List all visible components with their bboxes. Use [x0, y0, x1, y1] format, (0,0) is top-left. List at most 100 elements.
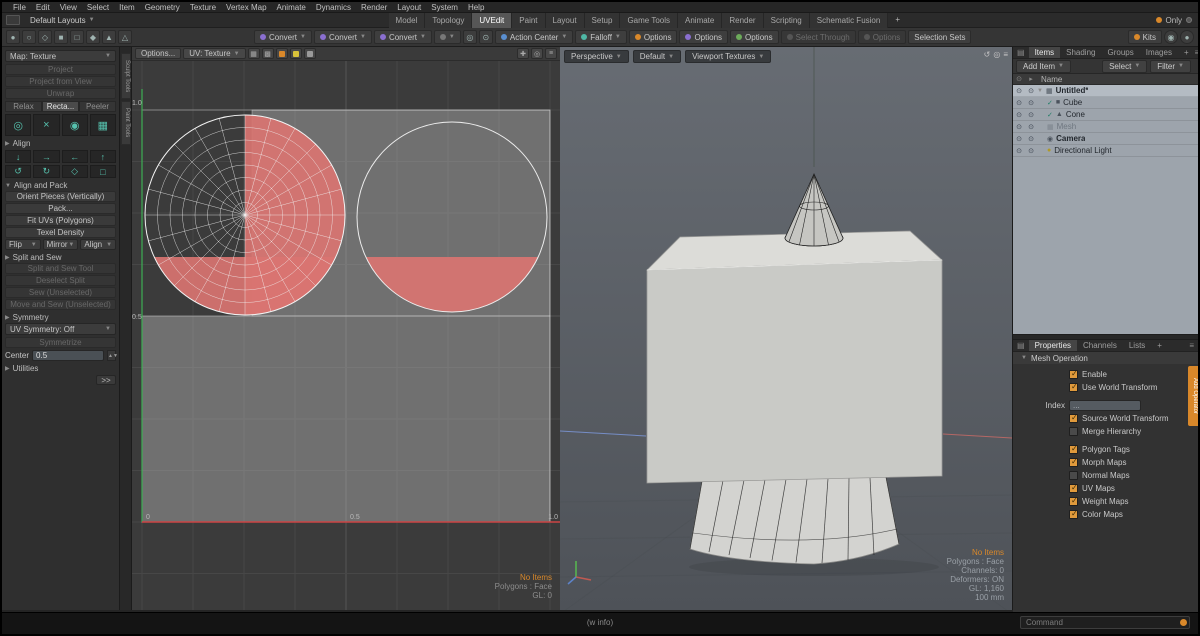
- project-from-view-button[interactable]: Project from View: [5, 76, 116, 87]
- item-row-cube[interactable]: ⊙⊙ ✓■Cube: [1013, 97, 1198, 109]
- unwrap-button[interactable]: Unwrap: [5, 88, 116, 99]
- sphere-project-icon[interactable]: ◉: [62, 114, 88, 136]
- index-field[interactable]: ...: [1069, 400, 1141, 411]
- item-row-cone[interactable]: ⊙⊙ ✓▲Cone: [1013, 109, 1198, 121]
- symmetry-toggle-icon[interactable]: ◎: [463, 30, 477, 44]
- eye-icon[interactable]: ⊙: [1013, 147, 1025, 155]
- uv-show-image-icon[interactable]: [276, 48, 288, 59]
- options-button-2[interactable]: Options: [679, 30, 728, 44]
- tab-game-tools[interactable]: Game Tools: [620, 13, 678, 28]
- uv-show-wire-icon[interactable]: [290, 48, 302, 59]
- tab-scripting[interactable]: Scripting: [764, 13, 810, 28]
- item-row-mesh[interactable]: ⊙⊙ ▦Mesh: [1013, 121, 1198, 133]
- uv-disc-wireframe[interactable]: [145, 115, 345, 315]
- center-value-field[interactable]: 0.5: [32, 350, 104, 361]
- fit-icon[interactable]: ◇: [62, 165, 88, 178]
- shading-dropdown[interactable]: Default▼: [633, 50, 681, 63]
- menu-help[interactable]: Help: [463, 3, 489, 12]
- selection-sets-button[interactable]: Selection Sets: [908, 30, 971, 44]
- tab-lists[interactable]: Lists: [1123, 340, 1151, 351]
- tab-schematic-fusion[interactable]: Schematic Fusion: [810, 13, 889, 28]
- move-sew-unselected-button[interactable]: Move and Sew (Unselected): [5, 299, 116, 310]
- select-through-button[interactable]: Select Through: [781, 30, 856, 44]
- deselect-split-button[interactable]: Deselect Split: [5, 275, 116, 286]
- menu-geometry[interactable]: Geometry: [140, 3, 185, 12]
- mesh-operation-header[interactable]: ▼Mesh Operation: [1013, 352, 1198, 364]
- tab-topology[interactable]: Topology: [425, 13, 472, 28]
- uv-options-button[interactable]: Options...: [135, 48, 181, 59]
- tab-uvedit[interactable]: UVEdit: [472, 13, 512, 28]
- add-tab-button[interactable]: +: [1178, 47, 1195, 58]
- select-paint-icon[interactable]: △: [118, 30, 132, 44]
- tab-items[interactable]: Items: [1029, 47, 1061, 58]
- falloff-button[interactable]: Falloff▼: [575, 30, 627, 44]
- stack-icon[interactable]: □: [90, 165, 116, 178]
- menu-layout[interactable]: Layout: [392, 3, 426, 12]
- tab-layout[interactable]: Layout: [546, 13, 585, 28]
- uv-grid-icon[interactable]: ▦: [248, 48, 260, 59]
- only-toggle[interactable]: Only: [1166, 16, 1182, 25]
- default-layouts-dropdown[interactable]: Default Layouts▼: [24, 15, 101, 26]
- utilities-section-header[interactable]: ▶Utilities: [5, 364, 116, 373]
- source-world-transform-checkbox[interactable]: [1069, 414, 1078, 423]
- item-row-directional-light[interactable]: ⊙⊙ ●Directional Light: [1013, 145, 1198, 157]
- viewport-zoom-icon[interactable]: ◎: [993, 50, 1000, 59]
- viewport-canvas[interactable]: [560, 47, 1012, 610]
- filter-dropdown[interactable]: Filter▼: [1150, 60, 1191, 73]
- texel-density-button[interactable]: Texel Density: [5, 227, 116, 238]
- convert-edge-button[interactable]: Convert▼: [314, 30, 372, 44]
- gear-icon[interactable]: ●: [1180, 30, 1194, 44]
- cube-mesh[interactable]: [647, 231, 942, 483]
- uv-symmetry-dropdown[interactable]: UV Symmetry: Off▼: [5, 323, 116, 335]
- rotate-ccw-icon[interactable]: ↺: [5, 165, 31, 178]
- eye-icon[interactable]: ⊙: [1025, 99, 1037, 107]
- align-left-icon[interactable]: ←: [62, 150, 88, 163]
- viewport-menu-icon[interactable]: ≡: [1003, 50, 1008, 59]
- mode-dropdown[interactable]: ▼: [434, 30, 461, 44]
- options-button-1[interactable]: Options: [629, 30, 678, 44]
- normal-maps-checkbox[interactable]: [1069, 471, 1078, 480]
- eye-icon[interactable]: ⊙: [1013, 111, 1025, 119]
- prop-row-use-world-transform[interactable]: Use World Transform: [1013, 381, 1198, 394]
- eye-icon[interactable]: ⊙: [1013, 135, 1025, 143]
- options-button-4[interactable]: Options: [858, 30, 907, 44]
- tab-paint[interactable]: Paint: [512, 13, 545, 28]
- select-edge-icon[interactable]: ◇: [38, 30, 52, 44]
- snap-toggle-icon[interactable]: ⊙: [479, 30, 493, 44]
- prop-row-enable[interactable]: Enable: [1013, 368, 1198, 381]
- panel-menu-icon[interactable]: ≡: [1195, 48, 1200, 57]
- uv-texture-dropdown[interactable]: UV: Texture▼: [183, 48, 245, 59]
- more-tools-button[interactable]: >>: [96, 375, 116, 385]
- sew-unselected-button[interactable]: Sew (Unselected): [5, 287, 116, 298]
- list-icon[interactable]: ▤: [1013, 48, 1029, 57]
- select-material-icon[interactable]: ◆: [86, 30, 100, 44]
- prop-row-merge-hierarchy[interactable]: Merge Hierarchy: [1013, 425, 1198, 438]
- eye-icon[interactable]: ⊙: [1013, 87, 1025, 95]
- align-down-icon[interactable]: ↓: [5, 150, 31, 163]
- select-lasso-icon[interactable]: ▲: [102, 30, 116, 44]
- select-dropdown[interactable]: Select▼: [1102, 60, 1147, 73]
- uv-move-icon[interactable]: ✚: [517, 48, 529, 59]
- menu-system[interactable]: System: [426, 3, 463, 12]
- item-row-camera[interactable]: ⊙⊙ ◉Camera: [1013, 133, 1198, 145]
- eye-icon[interactable]: ⊙: [1013, 99, 1025, 107]
- project-button[interactable]: Project: [5, 64, 116, 75]
- menu-render[interactable]: Render: [356, 3, 392, 12]
- morph-maps-checkbox[interactable]: [1069, 458, 1078, 467]
- flip-dropdown[interactable]: Flip▼: [5, 239, 41, 250]
- split-sew-tool-button[interactable]: Split and Sew Tool: [5, 263, 116, 274]
- convert-vertex-button[interactable]: Convert▼: [254, 30, 312, 44]
- menu-vertex-map[interactable]: Vertex Map: [221, 3, 271, 12]
- rotate-cw-icon[interactable]: ↻: [33, 165, 59, 178]
- add-operator-vtab[interactable]: Add Operator: [1188, 366, 1198, 426]
- viewport-rotate-icon[interactable]: ↺: [984, 50, 991, 59]
- menu-dynamics[interactable]: Dynamics: [311, 3, 356, 12]
- split-sew-section-header[interactable]: ▶Split and Sew: [5, 253, 116, 262]
- align-pack-section-header[interactable]: ▼Align and Pack: [5, 181, 116, 190]
- menu-item[interactable]: Item: [114, 3, 140, 12]
- cut-tool-icon[interactable]: ×: [33, 114, 59, 136]
- prop-row-uv-maps[interactable]: UV Maps: [1013, 482, 1198, 495]
- kits-button[interactable]: Kits: [1128, 30, 1162, 44]
- eye-icon[interactable]: ⊙: [1013, 123, 1025, 131]
- tab-shading[interactable]: Shading: [1060, 47, 1101, 58]
